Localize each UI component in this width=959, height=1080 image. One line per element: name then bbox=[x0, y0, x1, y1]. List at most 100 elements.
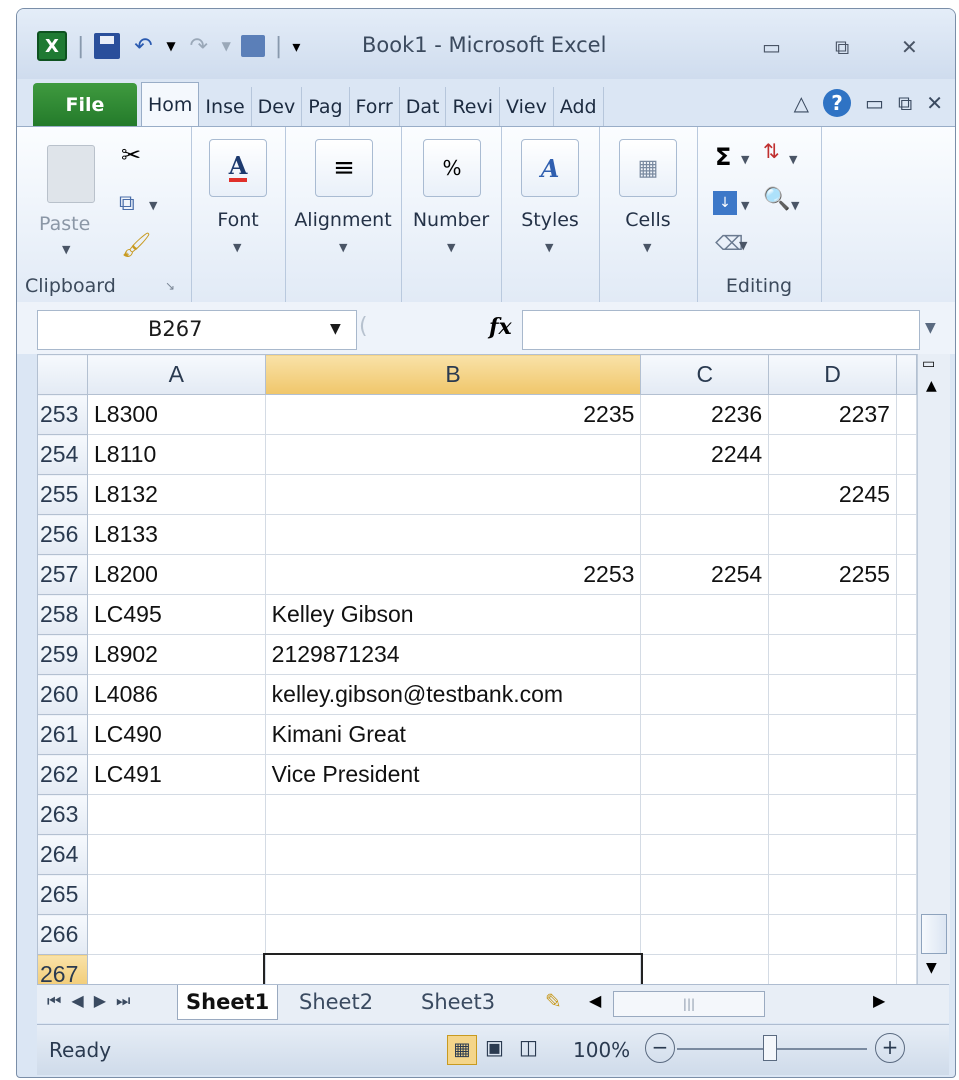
number-dropdown-icon[interactable]: ▼ bbox=[447, 241, 455, 254]
customize-qat-icon[interactable]: ▾ bbox=[292, 37, 300, 56]
row-header[interactable]: 253 bbox=[37, 394, 88, 435]
doc-close-button[interactable]: ✕ bbox=[926, 91, 943, 115]
cell-d258[interactable] bbox=[768, 594, 897, 635]
cell-b257[interactable]: 2253 bbox=[264, 554, 642, 595]
cell-b255[interactable] bbox=[264, 474, 642, 515]
paste-dropdown-icon[interactable]: ▼ bbox=[62, 243, 70, 256]
save-icon[interactable] bbox=[94, 33, 121, 59]
row-header[interactable]: 259 bbox=[37, 634, 88, 675]
cell-partial[interactable] bbox=[895, 554, 917, 595]
redo-icon[interactable]: ↷ bbox=[186, 33, 212, 59]
cell-a267[interactable] bbox=[86, 954, 266, 984]
cell-c266[interactable] bbox=[640, 914, 770, 955]
column-header-b[interactable]: B bbox=[264, 354, 642, 395]
copy-dropdown-icon[interactable]: ▼ bbox=[149, 199, 157, 212]
cell-a259[interactable]: L8902 bbox=[86, 634, 266, 675]
cell-partial[interactable] bbox=[895, 434, 917, 475]
cell-c257[interactable]: 2254 bbox=[640, 554, 770, 595]
cell-d265[interactable] bbox=[768, 874, 897, 915]
cell-d256[interactable] bbox=[768, 514, 897, 555]
cell-a257[interactable]: L8200 bbox=[86, 554, 266, 595]
undo-icon[interactable]: ↶ bbox=[130, 33, 156, 59]
fill-dropdown-icon[interactable]: ▼ bbox=[741, 199, 749, 212]
sheet-navigation-icons[interactable]: ⏮◀▶⏭ bbox=[47, 991, 140, 1011]
zoom-level[interactable]: 100% bbox=[573, 1038, 630, 1062]
worksheet-grid[interactable]: A B C D 253 L8300 2235 2236 2237 254 L8110 2244… bbox=[37, 354, 917, 984]
column-header-a[interactable]: A bbox=[86, 354, 266, 395]
cell-b254[interactable] bbox=[264, 434, 642, 475]
find-dropdown-icon[interactable]: ▼ bbox=[791, 199, 799, 212]
cell-d260[interactable] bbox=[768, 674, 897, 715]
sheet-tab-sheet2[interactable]: Sheet2 bbox=[299, 985, 373, 1019]
format-painter-icon[interactable]: 🖌 bbox=[121, 231, 151, 259]
cell-d257[interactable]: 2255 bbox=[768, 554, 897, 595]
cell-a265[interactable] bbox=[86, 874, 266, 915]
paste-icon[interactable] bbox=[47, 145, 95, 203]
cell-a253[interactable]: L8300 bbox=[86, 394, 266, 435]
doc-restore-button[interactable]: ⧉ bbox=[898, 91, 912, 115]
cell-a260[interactable]: L4086 bbox=[86, 674, 266, 715]
cell-b258[interactable]: Kelley Gibson bbox=[264, 594, 642, 635]
cell-partial[interactable] bbox=[895, 714, 917, 755]
undo-dropdown-icon[interactable]: ▼ bbox=[166, 39, 175, 53]
scroll-left-icon[interactable]: ◀ bbox=[589, 991, 601, 1010]
cell-c263[interactable] bbox=[640, 794, 770, 835]
tab-data[interactable]: Dat bbox=[400, 87, 447, 127]
cell-partial[interactable] bbox=[895, 674, 917, 715]
cell-d264[interactable] bbox=[768, 834, 897, 875]
name-box-dropdown-icon[interactable]: ▼ bbox=[330, 321, 341, 337]
cell-b266[interactable] bbox=[264, 914, 642, 955]
number-button-label[interactable]: Number bbox=[401, 209, 501, 231]
insert-function-icon[interactable]: fx bbox=[489, 314, 512, 340]
restore-button[interactable]: ⧉ bbox=[835, 35, 849, 59]
row-header[interactable]: 265 bbox=[37, 874, 88, 915]
doc-minimize-button[interactable]: ▭ bbox=[865, 91, 884, 115]
cell-d266[interactable] bbox=[768, 914, 897, 955]
font-dropdown-icon[interactable]: ▼ bbox=[233, 241, 241, 254]
cells-icon[interactable]: ▦ bbox=[619, 139, 677, 197]
row-header[interactable]: 257 bbox=[37, 554, 88, 595]
column-header-c[interactable]: C bbox=[640, 354, 770, 395]
number-icon[interactable]: % bbox=[423, 139, 481, 197]
insert-sheet-icon[interactable]: ✎ bbox=[545, 989, 562, 1013]
cell-a266[interactable] bbox=[86, 914, 266, 955]
cell-c262[interactable] bbox=[640, 754, 770, 795]
scroll-right-icon[interactable]: ▶ bbox=[873, 991, 885, 1010]
cell-b262[interactable]: Vice President bbox=[264, 754, 642, 795]
cell-d254[interactable] bbox=[768, 434, 897, 475]
cell-a255[interactable]: L8132 bbox=[86, 474, 266, 515]
horizontal-scroll-thumb[interactable]: ||| bbox=[613, 991, 765, 1017]
cell-c253[interactable]: 2236 bbox=[640, 394, 770, 435]
row-header[interactable]: 258 bbox=[37, 594, 88, 635]
cell-b261[interactable]: Kimani Great bbox=[264, 714, 642, 755]
cell-c267[interactable] bbox=[640, 954, 770, 984]
autosum-icon[interactable]: Σ bbox=[715, 143, 731, 171]
cell-a264[interactable] bbox=[86, 834, 266, 875]
alignment-icon[interactable]: ≡ bbox=[315, 139, 373, 197]
fill-icon[interactable]: ↓ bbox=[713, 191, 737, 215]
cell-b263[interactable] bbox=[264, 794, 642, 835]
tab-file[interactable]: File bbox=[33, 83, 137, 127]
help-icon[interactable]: ? bbox=[823, 89, 852, 117]
tab-formulas[interactable]: Forr bbox=[350, 87, 400, 127]
cell-b259[interactable]: 2129871234 bbox=[264, 634, 642, 675]
sheet-tab-sheet1[interactable]: Sheet1 bbox=[177, 985, 279, 1020]
row-header[interactable]: 261 bbox=[37, 714, 88, 755]
dialog-launcher-icon[interactable]: ↘ bbox=[165, 279, 175, 293]
cell-b260[interactable]: kelley.gibson@testbank.com bbox=[264, 674, 642, 715]
cell-c260[interactable] bbox=[640, 674, 770, 715]
font-icon[interactable]: A bbox=[209, 139, 267, 197]
formula-expand-handle[interactable]: ( bbox=[359, 314, 368, 339]
cell-partial[interactable] bbox=[895, 954, 917, 984]
cell-b265[interactable] bbox=[264, 874, 642, 915]
styles-dropdown-icon[interactable]: ▼ bbox=[545, 241, 553, 254]
cell-partial[interactable] bbox=[895, 394, 917, 435]
cell-a258[interactable]: LC495 bbox=[86, 594, 266, 635]
autosum-dropdown-icon[interactable]: ▼ bbox=[741, 153, 749, 166]
column-header-d[interactable]: D bbox=[768, 354, 897, 395]
cell-b256[interactable] bbox=[264, 514, 642, 555]
close-button[interactable]: ✕ bbox=[901, 35, 918, 59]
cell-partial[interactable] bbox=[895, 834, 917, 875]
page-break-view-icon[interactable]: ◫ bbox=[519, 1035, 538, 1059]
cell-d267[interactable] bbox=[768, 954, 897, 984]
